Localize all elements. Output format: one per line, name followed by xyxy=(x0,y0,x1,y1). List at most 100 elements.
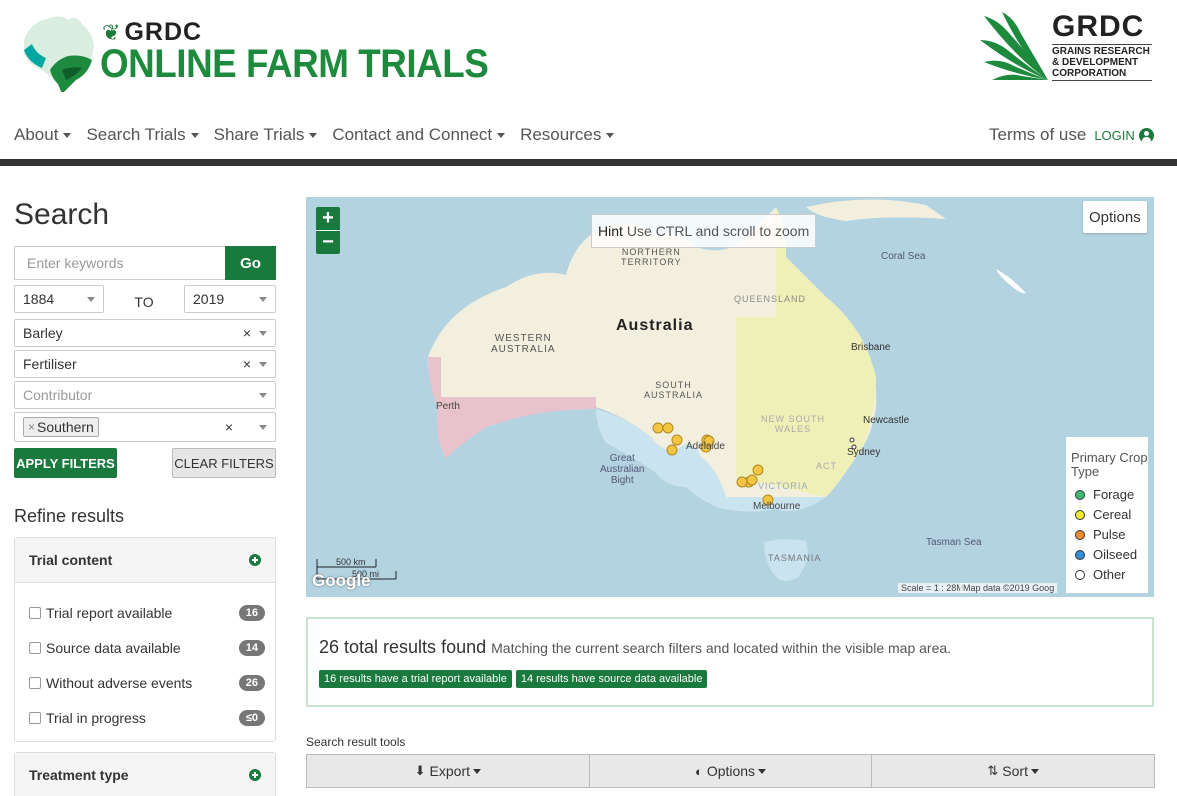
trial-content-panel: Trial content Trial report available 16 … xyxy=(14,537,276,742)
checkbox[interactable] xyxy=(29,641,41,654)
topic-filter-select[interactable]: Fertiliser × xyxy=(14,350,276,378)
map-label-brisbane: Brisbane xyxy=(851,342,891,353)
year-from-select[interactable]: 1884 xyxy=(14,285,104,313)
trial-report-badge[interactable]: 16 results have a trial report available xyxy=(319,670,512,688)
options-button[interactable]: ◐ Options xyxy=(588,754,873,788)
contributor-filter-select[interactable]: Contributor xyxy=(14,381,276,409)
export-label: Export xyxy=(429,763,471,779)
nav-right: Terms of use LOGIN xyxy=(989,125,1154,145)
export-button[interactable]: ⬇ Export xyxy=(306,754,590,788)
refine-results-title: Refine results xyxy=(14,506,125,526)
zoom-in-button[interactable]: + xyxy=(316,207,340,230)
expand-plus-icon[interactable] xyxy=(249,554,261,566)
map-label-coral-sea: Coral Sea xyxy=(881,251,926,262)
facet-row[interactable]: Without adverse events 26 xyxy=(29,665,265,700)
facet-row[interactable]: Source data available 14 xyxy=(29,630,265,665)
dropdown-arrow-icon xyxy=(259,424,267,430)
online-farm-trials-title: ONLINE FARM TRIALS xyxy=(100,42,489,86)
toggle-icon: ◐ xyxy=(694,763,703,779)
logo-rule-top xyxy=(1052,44,1152,45)
map-options-button[interactable]: Options xyxy=(1083,201,1147,233)
crop-filter-select[interactable]: Barley × xyxy=(14,319,276,347)
map-label-qld: QUEENSLAND xyxy=(734,294,807,304)
nav-label: Search Trials xyxy=(86,125,186,144)
dropdown-arrow-icon xyxy=(87,296,95,302)
city-dot xyxy=(849,437,855,443)
clear-selection-icon[interactable]: × xyxy=(243,325,251,341)
facet-row[interactable]: Trial report available 16 xyxy=(29,595,265,630)
keywords-input[interactable]: Enter keywords xyxy=(14,246,225,280)
legend-item: Forage xyxy=(1071,485,1148,505)
dropdown-arrow-icon xyxy=(259,392,267,398)
checkbox[interactable] xyxy=(29,606,41,619)
remove-tag-icon[interactable]: × xyxy=(28,420,35,434)
keyword-search-row: Enter keywords Go xyxy=(14,246,276,280)
sort-button[interactable]: ⇅ Sort xyxy=(871,754,1156,788)
clear-selection-icon[interactable]: × xyxy=(243,356,251,372)
nav-about[interactable]: About xyxy=(14,125,72,147)
caret-down-icon xyxy=(1030,768,1039,774)
legend-label: Pulse xyxy=(1093,527,1126,542)
terms-of-use-link[interactable]: Terms of use xyxy=(989,125,1086,145)
count-badge: 26 xyxy=(238,674,265,691)
nav-search-trials[interactable]: Search Trials xyxy=(86,125,199,147)
region-filter-select[interactable]: × Southern × xyxy=(14,412,276,442)
trial-marker[interactable] xyxy=(736,476,748,488)
zoom-out-button[interactable]: − xyxy=(316,231,340,254)
go-button[interactable]: Go xyxy=(225,246,276,280)
legend-swatch xyxy=(1075,550,1085,560)
map-label-line: Bight xyxy=(610,475,634,486)
grdc-corporation-logo[interactable]: GRDC GRAINS RESEARCH & DEVELOPMENT CORPO… xyxy=(978,10,1158,86)
hint-text: Use CTRL and scroll to zoom xyxy=(626,223,810,239)
nav-label: About xyxy=(14,125,59,144)
year-to-label: TO xyxy=(134,294,154,310)
map-label-tasman-sea: Tasman Sea xyxy=(926,537,982,548)
trial-marker[interactable] xyxy=(746,474,758,486)
zoom-control: + − xyxy=(316,207,340,254)
legend-title: Primary Crop Type xyxy=(1071,450,1148,479)
region-tag-label: Southern xyxy=(37,419,94,435)
map-label-australia: Australia xyxy=(616,317,694,334)
trial-marker[interactable] xyxy=(671,434,683,446)
checkbox[interactable] xyxy=(29,676,41,689)
trial-marker[interactable] xyxy=(666,444,678,456)
trial-marker[interactable] xyxy=(662,422,674,434)
clear-selection-icon[interactable]: × xyxy=(225,419,233,435)
facet-row[interactable]: Trial in progress ≤0 xyxy=(29,700,265,735)
login-link[interactable]: LOGIN xyxy=(1094,127,1154,143)
grdc-subtitle-line: & DEVELOPMENT xyxy=(1052,57,1139,68)
dropdown-arrow-icon xyxy=(259,330,267,336)
search-sidebar: Search Enter keywords Go 1884 TO 2019 Ba… xyxy=(14,198,276,796)
trial-content-header[interactable]: Trial content xyxy=(15,538,275,583)
legend-item: Oilseed xyxy=(1071,545,1148,565)
search-result-tools-label: Search result tools xyxy=(306,735,406,749)
apply-filters-button[interactable]: APPLY FILTERS xyxy=(14,448,117,478)
crop-type-legend: Primary Crop Type Forage Cereal Pulse Oi… xyxy=(1066,437,1148,593)
legend-item: Other xyxy=(1071,565,1148,585)
nav-resources[interactable]: Resources xyxy=(520,125,615,147)
year-to-select[interactable]: 2019 xyxy=(184,285,276,313)
map-label-melbourne: Melbourne xyxy=(753,501,801,512)
caret-down-icon xyxy=(190,133,199,139)
trial-marker[interactable] xyxy=(752,464,764,476)
online-farm-trials-logo[interactable]: ❦ GRDC ONLINE FARM TRIALS xyxy=(16,8,489,98)
crop-filter-value: Barley xyxy=(23,325,63,341)
nav-label: Share Trials xyxy=(213,125,305,144)
trial-marker[interactable] xyxy=(652,422,664,434)
treatment-type-header[interactable]: Treatment type xyxy=(15,753,275,796)
checkbox[interactable] xyxy=(29,711,41,724)
source-data-badge[interactable]: 14 results have source data available xyxy=(515,670,708,688)
legend-item: Cereal xyxy=(1071,505,1148,525)
expand-plus-icon[interactable] xyxy=(249,769,261,781)
results-badges: 16 results have a trial report available… xyxy=(319,670,1141,688)
wheat-fan-icon xyxy=(980,12,1048,80)
clear-filters-button[interactable]: CLEAR FILTERS xyxy=(172,448,276,478)
login-label: LOGIN xyxy=(1094,127,1135,143)
nav-share-trials[interactable]: Share Trials xyxy=(214,125,318,147)
nav-contact-and-connect[interactable]: Contact and Connect xyxy=(332,125,506,147)
filter-buttons: APPLY FILTERS CLEAR FILTERS xyxy=(14,448,276,478)
trials-map[interactable]: Australia NORTHERN TERRITORY WESTERN AUSTR… xyxy=(306,197,1154,597)
hint-label: Hint xyxy=(598,223,623,239)
map-attribution[interactable]: Map data ©2019 Goog xyxy=(960,583,1058,593)
map-label-adelaide: Adelaide xyxy=(686,441,725,452)
